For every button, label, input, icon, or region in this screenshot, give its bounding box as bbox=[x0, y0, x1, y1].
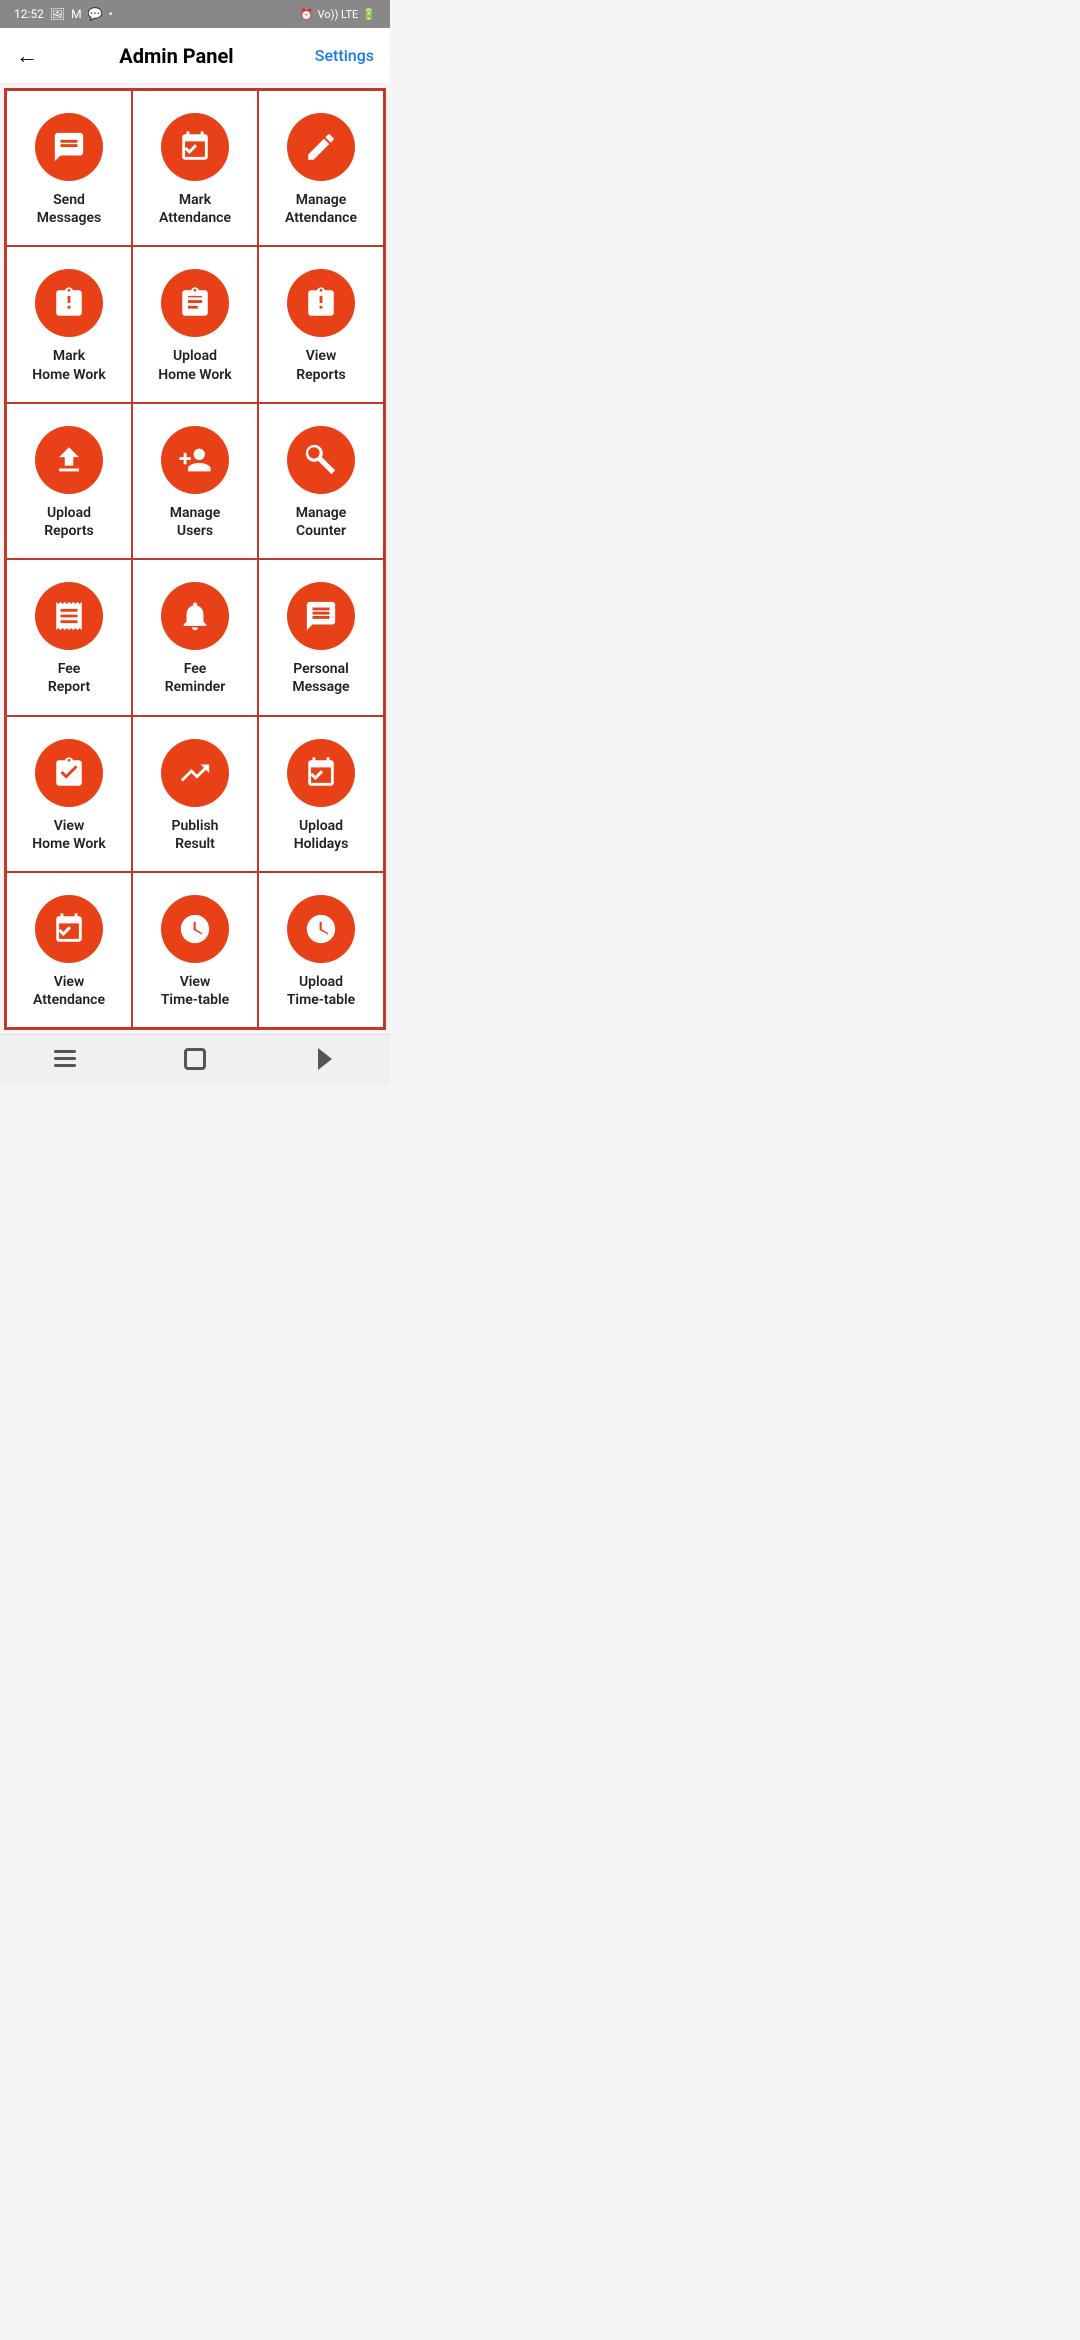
page-title: Admin Panel bbox=[119, 44, 233, 68]
grid-item-fee-report[interactable]: FeeReport bbox=[6, 559, 132, 715]
time-display: 12:52 bbox=[14, 7, 44, 21]
dot-icon: • bbox=[109, 7, 113, 21]
grid-item-manage-counter[interactable]: ManageCounter bbox=[258, 403, 384, 559]
grid-label-manage-counter: ManageCounter bbox=[296, 504, 347, 540]
grid-label-mark-homework: MarkHome Work bbox=[32, 347, 105, 383]
grid-label-fee-reminder: FeeReminder bbox=[165, 660, 226, 696]
grid-item-upload-reports[interactable]: UploadReports bbox=[6, 403, 132, 559]
cal-tick-icon bbox=[35, 895, 103, 963]
bell-icon bbox=[161, 582, 229, 650]
status-right: ⏰ Vo)) LTE 🔋 bbox=[300, 8, 376, 21]
header: ← Admin Panel Settings bbox=[0, 28, 390, 84]
calendar-check-icon bbox=[161, 113, 229, 181]
back-icon bbox=[318, 1048, 332, 1070]
grid-item-manage-attendance[interactable]: ManageAttendance bbox=[258, 90, 384, 246]
grid-item-view-reports[interactable]: ViewReports bbox=[258, 246, 384, 402]
grid-label-manage-attendance: ManageAttendance bbox=[285, 191, 357, 227]
grid-label-upload-homework: UploadHome Work bbox=[158, 347, 231, 383]
grid-label-upload-holidays: UploadHolidays bbox=[294, 817, 349, 853]
grid-item-view-timetable[interactable]: ViewTime-table bbox=[132, 872, 258, 1028]
grid-item-view-attendance[interactable]: ViewAttendance bbox=[6, 872, 132, 1028]
grid-item-view-homework[interactable]: ViewHome Work bbox=[6, 716, 132, 872]
grid-item-publish-result[interactable]: PublishResult bbox=[132, 716, 258, 872]
grid-item-manage-users[interactable]: ManageUsers bbox=[132, 403, 258, 559]
calendar-check2-icon bbox=[287, 739, 355, 807]
chat-lines-icon bbox=[287, 582, 355, 650]
nav-home-button[interactable] bbox=[175, 1043, 215, 1075]
grid-item-fee-reminder[interactable]: FeeReminder bbox=[132, 559, 258, 715]
nav-menu-button[interactable] bbox=[45, 1043, 85, 1075]
grid-label-upload-reports: UploadReports bbox=[44, 504, 94, 540]
grid-label-view-reports: ViewReports bbox=[296, 347, 346, 383]
grid-label-view-attendance: ViewAttendance bbox=[33, 973, 105, 1009]
clipboard-list-icon bbox=[161, 269, 229, 337]
status-bar: 12:52 🖼 M 💬 • ⏰ Vo)) LTE 🔋 bbox=[0, 0, 390, 28]
pencil-icon bbox=[287, 113, 355, 181]
key-icon bbox=[287, 426, 355, 494]
grid-item-send-messages[interactable]: SendMessages bbox=[6, 90, 132, 246]
grid-item-upload-holidays[interactable]: UploadHolidays bbox=[258, 716, 384, 872]
back-button[interactable]: ← bbox=[16, 43, 38, 69]
grid-label-manage-users: ManageUsers bbox=[170, 504, 221, 540]
alarm-icon: ⏰ bbox=[300, 8, 314, 21]
admin-grid: SendMessages MarkAttendance ManageAttendan… bbox=[6, 90, 384, 1028]
report-exclaim-icon bbox=[287, 269, 355, 337]
grid-label-fee-report: FeeReport bbox=[48, 660, 90, 696]
battery-icon: 🔋 bbox=[362, 8, 376, 21]
message-icon: 💬 bbox=[88, 7, 103, 21]
clipboard-check-icon bbox=[35, 739, 103, 807]
grid-label-personal-message: PersonalMessage bbox=[292, 660, 349, 696]
grid-label-view-homework: ViewHome Work bbox=[32, 817, 105, 853]
chat-icon bbox=[35, 113, 103, 181]
admin-grid-container: SendMessages MarkAttendance ManageAttendan… bbox=[4, 88, 386, 1030]
clock-icon bbox=[161, 895, 229, 963]
photo-icon: 🖼 bbox=[50, 7, 65, 21]
bottom-navigation bbox=[0, 1034, 390, 1086]
grid-label-view-timetable: ViewTime-table bbox=[161, 973, 229, 1009]
add-person-icon bbox=[161, 426, 229, 494]
gmail-icon: M bbox=[71, 7, 81, 21]
signal-text: Vo)) LTE bbox=[318, 8, 359, 21]
settings-button[interactable]: Settings bbox=[315, 46, 374, 65]
home-icon bbox=[184, 1048, 206, 1070]
grid-item-upload-homework[interactable]: UploadHome Work bbox=[132, 246, 258, 402]
grid-label-send-messages: SendMessages bbox=[37, 191, 101, 227]
grid-item-mark-attendance[interactable]: MarkAttendance bbox=[132, 90, 258, 246]
trending-up-icon bbox=[161, 739, 229, 807]
menu-icon bbox=[54, 1050, 76, 1067]
grid-label-upload-timetable: UploadTime-table bbox=[287, 973, 355, 1009]
upload-arrow-icon bbox=[35, 426, 103, 494]
grid-label-mark-attendance: MarkAttendance bbox=[159, 191, 231, 227]
grid-item-personal-message[interactable]: PersonalMessage bbox=[258, 559, 384, 715]
status-left: 12:52 🖼 M 💬 • bbox=[14, 7, 113, 21]
clock2-icon bbox=[287, 895, 355, 963]
grid-item-upload-timetable[interactable]: UploadTime-table bbox=[258, 872, 384, 1028]
nav-back-button[interactable] bbox=[305, 1043, 345, 1075]
grid-item-mark-homework[interactable]: MarkHome Work bbox=[6, 246, 132, 402]
clipboard-exclaim-icon bbox=[35, 269, 103, 337]
grid-label-publish-result: PublishResult bbox=[172, 817, 219, 853]
receipt-icon bbox=[35, 582, 103, 650]
